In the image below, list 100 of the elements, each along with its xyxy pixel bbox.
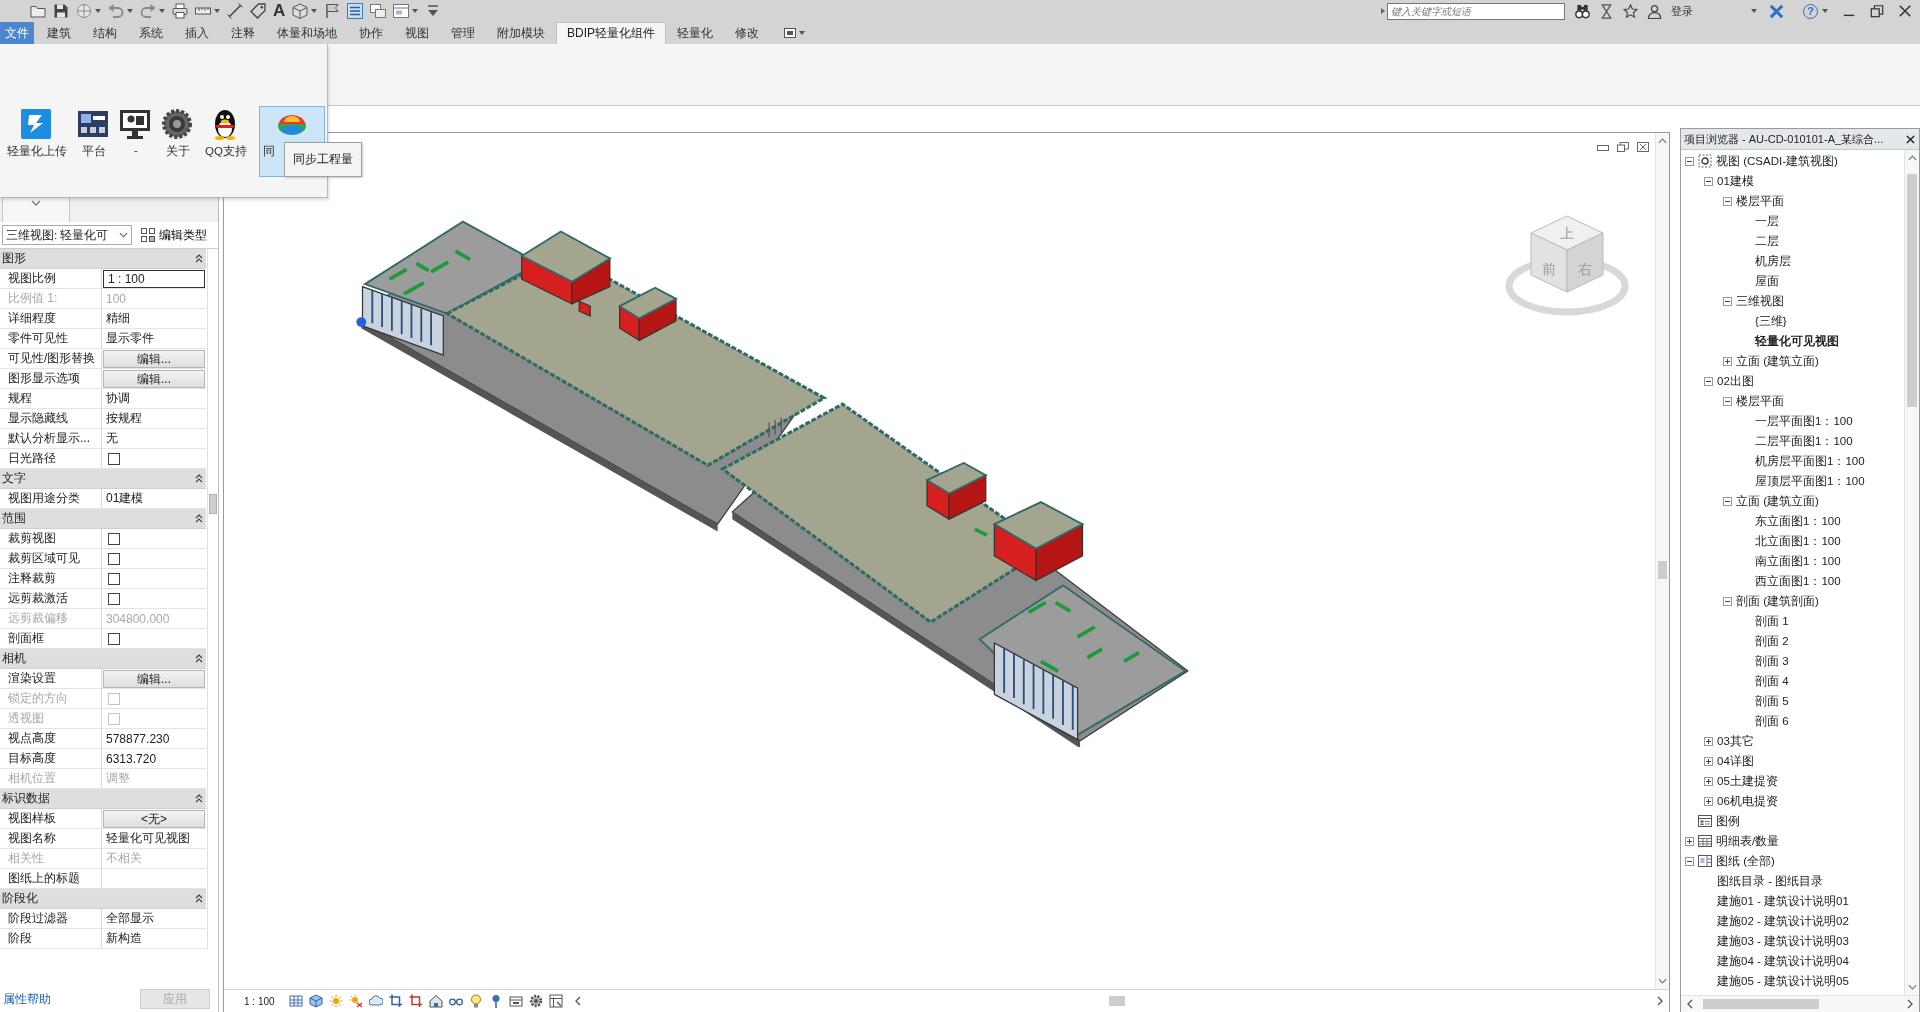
chevron-up-icon[interactable] (1658, 138, 1667, 144)
help-link[interactable]: 属性帮助 (3, 990, 51, 1008)
section-header[interactable]: 相机 (0, 649, 206, 669)
binoculars-icon[interactable] (1575, 3, 1590, 19)
tree-item[interactable]: 建施01 - 建筑设计说明01 (1704, 892, 1851, 910)
tree-item[interactable]: 剖面 4 (1742, 672, 1791, 690)
checkbox[interactable] (108, 592, 120, 605)
flag-icon[interactable] (324, 3, 341, 19)
tree-item[interactable]: 北立面图1：100 (1742, 532, 1843, 550)
property-button[interactable]: 编辑... (103, 369, 205, 388)
ribbon-tab[interactable]: 结构 (82, 22, 128, 44)
tree-item[interactable]: 剖面 (建筑剖面) (1723, 592, 1821, 610)
tree-item[interactable]: 立面 (建筑立面) (1723, 492, 1821, 510)
scrollbar-thumb[interactable] (1703, 999, 1819, 1009)
ribbon-tab[interactable]: 管理 (440, 22, 486, 44)
text-tool-button[interactable]: A (273, 2, 286, 20)
tree-item[interactable]: 二层平面图1：100 (1742, 432, 1855, 450)
edit-type-button[interactable]: 编辑类型 (137, 225, 211, 245)
expander-icon[interactable] (1723, 356, 1732, 366)
tree-item[interactable]: 楼层平面 (1723, 192, 1786, 210)
tree-item[interactable]: 04详图 (1704, 752, 1756, 770)
windows-icon[interactable] (370, 3, 387, 19)
property-input-field[interactable]: 1 : 100 (103, 269, 205, 288)
gear-icon[interactable] (528, 994, 543, 1008)
caret-icon[interactable] (1822, 9, 1828, 13)
ribbon-tab[interactable]: 体量和场地 (266, 22, 348, 44)
caret-icon[interactable] (95, 9, 101, 13)
bulb-icon[interactable] (468, 994, 483, 1008)
cloud-icon[interactable] (368, 994, 383, 1008)
caret-icon[interactable] (159, 9, 165, 13)
tree-item[interactable]: 05土建提资 (1704, 772, 1780, 790)
ribbon-tab[interactable]: 插入 (174, 22, 220, 44)
type-selector[interactable]: 三维视图: 轻量化可 (2, 225, 132, 245)
minimize-icon[interactable] (1597, 142, 1609, 152)
tree-item[interactable]: {三维} (1742, 312, 1789, 330)
tree-item[interactable]: 图纸 (全部) (1685, 852, 1777, 870)
expander-icon[interactable] (1704, 776, 1713, 786)
tree-item[interactable]: 03其它 (1704, 732, 1756, 750)
grid-icon[interactable] (288, 994, 303, 1008)
tree-item[interactable]: 图纸目录 - 图纸目录 (1704, 872, 1826, 890)
person-icon[interactable] (1647, 3, 1662, 19)
panel-toggle-icon[interactable] (784, 28, 806, 38)
chevron-down-icon[interactable] (1907, 984, 1917, 990)
house-icon[interactable] (428, 994, 443, 1008)
tree-item[interactable]: 二层 (1742, 232, 1781, 250)
tree-item[interactable]: 立面 (建筑立面) (1723, 352, 1821, 370)
expander-icon[interactable] (1685, 856, 1694, 866)
chevron-down-icon[interactable] (1658, 978, 1667, 984)
ribbon-tab[interactable]: 协作 (348, 22, 394, 44)
ribbon-button[interactable]: QQ支持 (201, 106, 249, 162)
restore-icon[interactable] (1870, 4, 1884, 18)
tree-item[interactable]: 机房层平面图1：100 (1742, 452, 1867, 470)
tree-item[interactable]: 西立面图1：100 (1742, 572, 1843, 590)
tree-item[interactable]: 机房层 (1742, 252, 1793, 270)
tree-item[interactable]: 图例 (1685, 812, 1742, 830)
expander-icon[interactable] (1723, 196, 1732, 206)
tree-item[interactable]: 建施04 - 建筑设计说明04 (1704, 952, 1851, 970)
tree-item[interactable]: 楼层平面 (1723, 392, 1786, 410)
checkbox[interactable] (108, 572, 120, 585)
chevron-right-icon[interactable] (1907, 999, 1913, 1009)
ribbon-tab[interactable]: 修改 (724, 22, 770, 44)
ribbon-button[interactable]: 轻量化上传 (3, 106, 69, 162)
scrollbar-thumb[interactable] (1658, 561, 1667, 579)
crop-icon[interactable] (388, 994, 403, 1008)
caret-icon[interactable] (412, 9, 419, 13)
tree-item[interactable]: 东立面图1：100 (1742, 512, 1843, 530)
sun-icon[interactable] (348, 994, 363, 1008)
sign-in-link[interactable]: 登录 (1671, 3, 1693, 19)
tree-item[interactable]: 屋顶层平面图1：100 (1742, 472, 1867, 490)
scrollbar-thumb[interactable] (1907, 174, 1917, 407)
folder-icon[interactable] (30, 3, 46, 19)
tree-item[interactable]: 剖面 5 (1742, 692, 1791, 710)
caret-icon[interactable] (1751, 9, 1757, 13)
star-icon[interactable] (1623, 3, 1638, 19)
caret-icon[interactable] (214, 9, 220, 13)
checkbox[interactable] (108, 552, 120, 565)
expander-icon[interactable] (1723, 496, 1732, 506)
file-tab[interactable]: 文件 (0, 22, 34, 44)
ribbon-button[interactable]: 平台 (75, 106, 111, 162)
scale-label[interactable]: 1 : 100 (244, 995, 275, 1007)
expander-icon[interactable] (1723, 296, 1732, 306)
dimension-line-icon[interactable] (227, 3, 243, 19)
x-shape-icon[interactable] (1769, 3, 1784, 19)
property-button[interactable]: <无> (103, 809, 205, 828)
ribbon-button[interactable]: - (117, 106, 153, 162)
printer-icon[interactable] (172, 3, 188, 19)
chevron-right-icon[interactable] (1657, 996, 1663, 1006)
close-icon[interactable] (1898, 4, 1912, 18)
scrollbar-thumb[interactable] (1108, 996, 1125, 1006)
checkbox[interactable] (108, 632, 120, 645)
ribbon-tab[interactable]: 轻量化 (666, 22, 724, 44)
chevron-left-icon[interactable] (1687, 999, 1693, 1009)
tree-item[interactable]: 屋面 (1742, 272, 1781, 290)
ribbon-tab[interactable]: 建筑 (36, 22, 82, 44)
ribbon-tab[interactable]: 视图 (394, 22, 440, 44)
tree-item[interactable]: 一层平面图1：100 (1742, 412, 1855, 430)
expander-icon[interactable] (1704, 756, 1713, 766)
crop-icon[interactable] (408, 994, 423, 1008)
ribbon-tab[interactable]: 系统 (128, 22, 174, 44)
caret-icon[interactable] (311, 9, 318, 13)
